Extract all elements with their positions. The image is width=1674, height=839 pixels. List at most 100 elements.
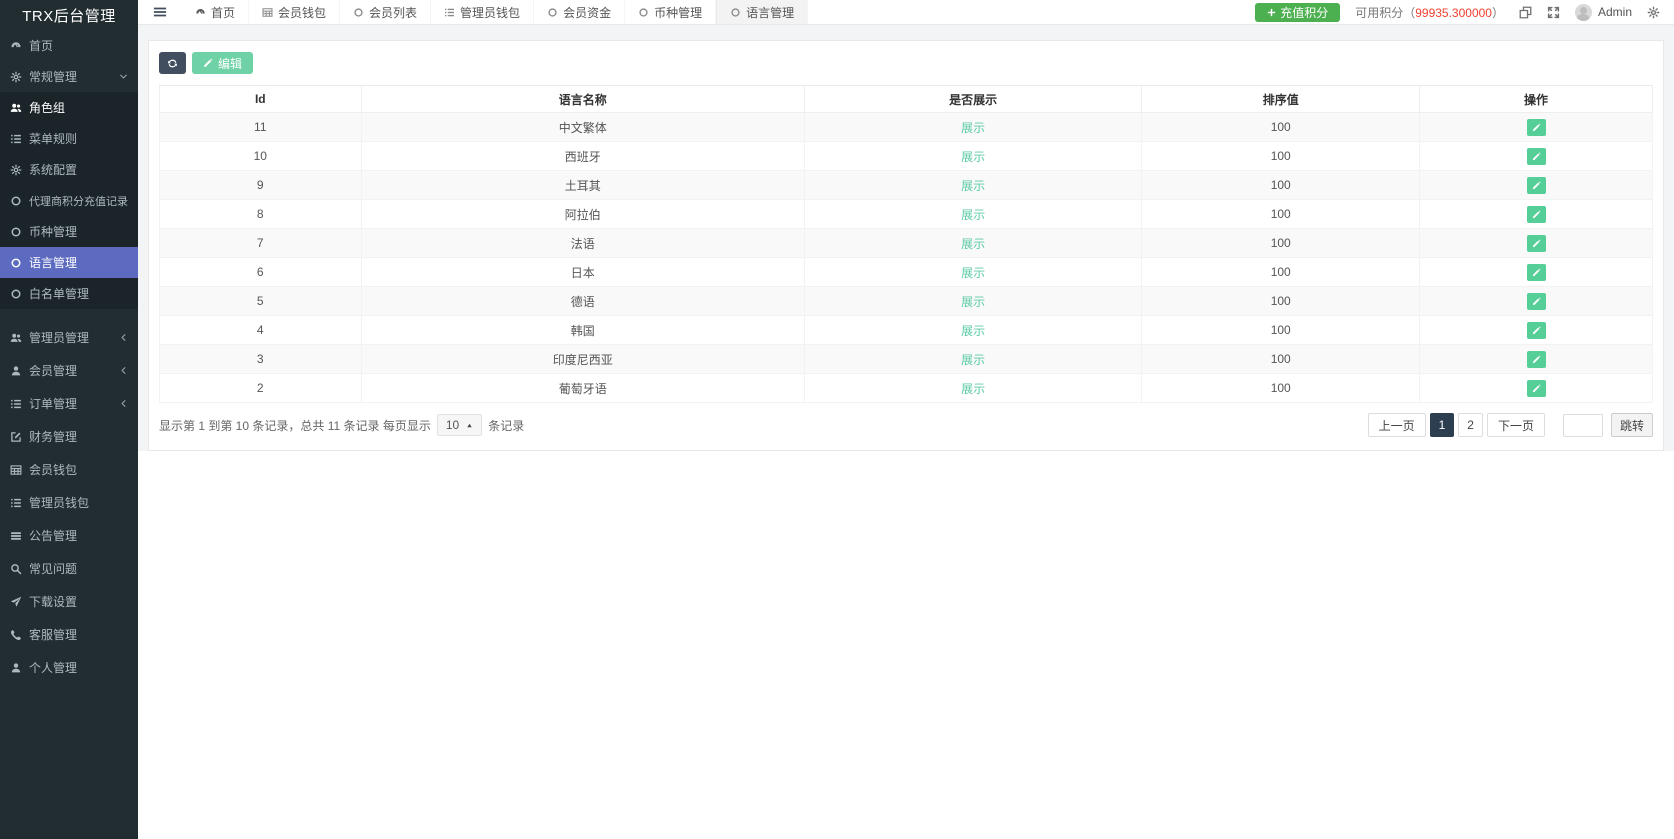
refresh-button[interactable] bbox=[159, 52, 186, 74]
row-edit-button[interactable] bbox=[1526, 350, 1546, 368]
row-edit-button[interactable] bbox=[1526, 234, 1546, 252]
user-icon bbox=[10, 662, 22, 674]
table-row: 7 法语 展示 100 bbox=[159, 228, 1653, 258]
row-edit-button[interactable] bbox=[1526, 176, 1546, 194]
cell-sort: 100 bbox=[1141, 199, 1421, 229]
prev-page-button[interactable]: 上一页 bbox=[1367, 413, 1426, 437]
sidebar-item-download-settings[interactable]: 下载设置 bbox=[0, 585, 138, 618]
sidebar-item-role-group[interactable]: 角色组 bbox=[0, 92, 138, 123]
tab-member-funds[interactable]: 会员资金 bbox=[534, 0, 626, 24]
row-edit-button[interactable] bbox=[1526, 147, 1546, 165]
tab-language-management[interactable]: 语言管理 bbox=[716, 0, 809, 24]
sidebar-item-admin-management[interactable]: 管理员管理 bbox=[0, 321, 138, 354]
cell-ops bbox=[1419, 257, 1653, 287]
sidebar-item-menu-rules[interactable]: 菜单规则 bbox=[0, 123, 138, 154]
user-menu[interactable]: Admin bbox=[1574, 3, 1632, 21]
display-toggle-link[interactable]: 展示 bbox=[961, 353, 985, 367]
row-edit-button[interactable] bbox=[1526, 263, 1546, 281]
dashboard-icon bbox=[10, 40, 22, 52]
pencil-icon bbox=[203, 58, 213, 68]
display-toggle-link[interactable]: 展示 bbox=[961, 121, 985, 135]
jump-button[interactable]: 跳转 bbox=[1610, 413, 1653, 437]
sidebar-item-language-management[interactable]: 语言管理 bbox=[0, 247, 138, 278]
avatar bbox=[1574, 3, 1592, 21]
pagination: 上一页 1 2 下一页 跳转 bbox=[1367, 413, 1653, 437]
settings-cogs-icon[interactable] bbox=[1647, 6, 1660, 19]
sidebar-toggle-button[interactable] bbox=[138, 0, 182, 24]
display-toggle-link[interactable]: 展示 bbox=[961, 266, 985, 280]
sidebar-item-label: 首页 bbox=[29, 39, 54, 53]
search-icon bbox=[10, 563, 22, 575]
row-edit-button[interactable] bbox=[1526, 321, 1546, 339]
sidebar-item-member-wallet[interactable]: 会员钱包 bbox=[0, 453, 138, 486]
cell-sort: 100 bbox=[1141, 315, 1421, 345]
sidebar-item-faq[interactable]: 常见问题 bbox=[0, 552, 138, 585]
recharge-points-button[interactable]: 充值积分 bbox=[1255, 2, 1341, 22]
cell-display: 展示 bbox=[803, 344, 1143, 374]
sidebar-item-member-management[interactable]: 会员管理 bbox=[0, 354, 138, 387]
sidebar-item-home[interactable]: 首页 bbox=[0, 30, 138, 61]
row-edit-button[interactable] bbox=[1526, 118, 1546, 136]
jump-page-input[interactable] bbox=[1562, 413, 1603, 437]
sidebar-item-customer-service[interactable]: 客服管理 bbox=[0, 618, 138, 651]
circle-icon bbox=[730, 7, 741, 18]
cell-name: 韩国 bbox=[360, 315, 805, 345]
display-toggle-link[interactable]: 展示 bbox=[961, 295, 985, 309]
cell-id: 6 bbox=[159, 257, 362, 287]
page-button-1[interactable]: 1 bbox=[1429, 413, 1455, 437]
tab-currency-management[interactable]: 币种管理 bbox=[625, 0, 717, 24]
available-points: 可用积分（99935.300000） bbox=[1355, 4, 1504, 21]
clear-cache-icon[interactable] bbox=[1519, 6, 1532, 19]
display-toggle-link[interactable]: 展示 bbox=[961, 208, 985, 222]
sidebar-item-label: 财务管理 bbox=[29, 430, 78, 444]
user-icon bbox=[10, 365, 22, 377]
next-page-button[interactable]: 下一页 bbox=[1486, 413, 1545, 437]
sidebar-item-system-config[interactable]: 系统配置 bbox=[0, 154, 138, 185]
cell-display: 展示 bbox=[803, 228, 1143, 258]
sidebar-item-general-management[interactable]: 常规管理 bbox=[0, 61, 138, 92]
tab-admin-wallet[interactable]: 管理员钱包 bbox=[431, 0, 535, 24]
cell-ops bbox=[1419, 315, 1653, 345]
sidebar-item-admin-wallet[interactable]: 管理员钱包 bbox=[0, 486, 138, 519]
cell-ops bbox=[1419, 199, 1653, 229]
cell-name: 中文繁体 bbox=[360, 112, 805, 142]
display-toggle-link[interactable]: 展示 bbox=[961, 237, 985, 251]
display-toggle-link[interactable]: 展示 bbox=[961, 150, 985, 164]
sidebar-item-personal-management[interactable]: 个人管理 bbox=[0, 651, 138, 684]
sidebar-item-announcement-management[interactable]: 公告管理 bbox=[0, 519, 138, 552]
tab-home[interactable]: 首页 bbox=[182, 0, 250, 24]
page-button-2[interactable]: 2 bbox=[1458, 413, 1483, 437]
fullscreen-icon[interactable] bbox=[1547, 6, 1560, 19]
edit-button[interactable]: 编辑 bbox=[192, 52, 254, 74]
sidebar-item-finance-management[interactable]: 财务管理 bbox=[0, 420, 138, 453]
display-toggle-link[interactable]: 展示 bbox=[961, 179, 985, 193]
sidebar-item-order-management[interactable]: 订单管理 bbox=[0, 387, 138, 420]
column-header-sort[interactable]: 排序值 bbox=[1141, 85, 1421, 113]
sidebar-item-label: 语言管理 bbox=[29, 256, 78, 270]
display-toggle-link[interactable]: 展示 bbox=[961, 382, 985, 396]
column-header-display[interactable]: 是否展示 bbox=[803, 85, 1143, 113]
page-size-dropdown[interactable]: 10 bbox=[436, 414, 483, 436]
cell-display: 展示 bbox=[803, 112, 1143, 142]
row-edit-button[interactable] bbox=[1526, 379, 1546, 397]
sidebar-group-2: 管理员管理 会员管理 订单管理 财务管理 会员钱包 管理员钱包 公告管理 常见问… bbox=[0, 321, 138, 684]
tab-member-wallet[interactable]: 会员钱包 bbox=[249, 0, 341, 24]
row-edit-button[interactable] bbox=[1526, 205, 1546, 223]
sidebar-item-label: 公告管理 bbox=[29, 529, 78, 543]
cell-ops bbox=[1419, 112, 1653, 142]
sidebar-item-label: 会员管理 bbox=[29, 364, 78, 378]
table-row: 5 德语 展示 100 bbox=[159, 286, 1653, 316]
chevron-left-icon bbox=[119, 399, 128, 408]
sidebar-item-agent-points-recharge-records[interactable]: 代理商积分充值记录 bbox=[0, 185, 138, 216]
cell-display: 展示 bbox=[803, 170, 1143, 200]
pencil-icon bbox=[1532, 355, 1541, 364]
display-toggle-link[interactable]: 展示 bbox=[961, 324, 985, 338]
column-header-name[interactable]: 语言名称 bbox=[360, 85, 805, 113]
sidebar-item-currency-management[interactable]: 币种管理 bbox=[0, 216, 138, 247]
tab-member-list[interactable]: 会员列表 bbox=[340, 0, 432, 24]
row-edit-button[interactable] bbox=[1526, 292, 1546, 310]
column-header-id[interactable]: Id bbox=[159, 85, 362, 113]
sidebar-item-whitelist-management[interactable]: 白名单管理 bbox=[0, 278, 138, 309]
column-header-ops[interactable]: 操作 bbox=[1419, 85, 1653, 113]
users-icon bbox=[10, 332, 22, 344]
